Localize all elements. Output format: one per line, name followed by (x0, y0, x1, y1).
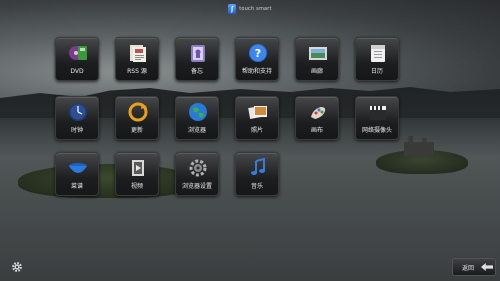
photos-icon (248, 105, 267, 119)
app-tile-webcam[interactable]: 网络摄像头 (355, 96, 399, 140)
back-label: 返回 (462, 264, 475, 272)
app-label: 浏览器 (187, 127, 206, 134)
app-label: 画廊 (310, 68, 323, 75)
app-label: 帮助和支持 (241, 68, 272, 75)
newspaper-icon (130, 45, 146, 62)
gear-icon (12, 262, 22, 272)
app-tile-recipes[interactable]: 菜谱 (55, 152, 99, 196)
app-tile-calendar[interactable]: 日历 (355, 37, 399, 81)
clapperboard-icon (370, 106, 386, 120)
video-icon (132, 160, 144, 176)
app-tile-video[interactable]: 视频 (115, 152, 159, 196)
app-tile-help[interactable]: ? 帮助和支持 (235, 37, 279, 81)
globe-icon (189, 103, 207, 121)
app-tile-browser-settings[interactable]: 浏览器设置 (175, 152, 219, 196)
gallery-icon (309, 47, 327, 60)
app-tile-browser[interactable]: 浏览器 (175, 96, 219, 140)
dvd-icon (69, 46, 87, 60)
app-tile-canvas[interactable]: 画布 (295, 96, 339, 140)
app-label: 时钟 (70, 127, 83, 134)
app-tile-clock[interactable]: 时钟 (55, 96, 99, 140)
app-tile-update[interactable]: 更新 (115, 96, 159, 140)
settings-button[interactable] (8, 258, 26, 276)
app-label: 音乐 (250, 183, 263, 190)
app-label: DVD (70, 68, 84, 75)
calendar-icon (371, 45, 385, 62)
help-icon: ? (249, 44, 267, 62)
app-tile-rss[interactable]: RSS 源 (115, 37, 159, 81)
paint-icon (311, 107, 326, 119)
music-note-icon (251, 157, 265, 175)
app-tile-dvd[interactable]: DVD (55, 37, 99, 81)
app-label: 日历 (370, 68, 383, 75)
app-label: 更新 (130, 127, 143, 134)
app-tile-gallery[interactable]: 画廊 (295, 37, 339, 81)
brand-logo: ʃ touch smart (228, 4, 272, 14)
app-label: 菜谱 (70, 183, 83, 190)
app-label: 备忘 (190, 68, 203, 75)
back-button[interactable]: 返回 (452, 258, 496, 276)
bowl-icon (69, 163, 87, 173)
touchsmart-logo-icon: ʃ (228, 4, 237, 14)
settings-gear-icon (189, 159, 207, 177)
app-tile-notes[interactable]: 备忘 (175, 37, 219, 81)
back-arrow-icon (481, 263, 493, 271)
app-label: RSS 源 (127, 68, 147, 75)
notes-icon (191, 45, 205, 62)
app-label: 照片 (250, 127, 263, 134)
app-label: 网络摄像头 (361, 127, 392, 134)
clock-icon (69, 103, 87, 121)
app-tile-photos[interactable]: 照片 (235, 96, 279, 140)
svg-text:?: ? (255, 47, 261, 60)
top-bar: ʃ touch smart (0, 0, 500, 18)
brand-text: touch smart (239, 6, 272, 12)
island-left (18, 164, 198, 198)
update-icon (128, 102, 148, 122)
app-label: 视频 (130, 183, 143, 190)
app-tile-music[interactable]: 音乐 (235, 152, 279, 196)
app-label: 画布 (310, 127, 323, 134)
app-label: 浏览器设置 (181, 183, 212, 190)
